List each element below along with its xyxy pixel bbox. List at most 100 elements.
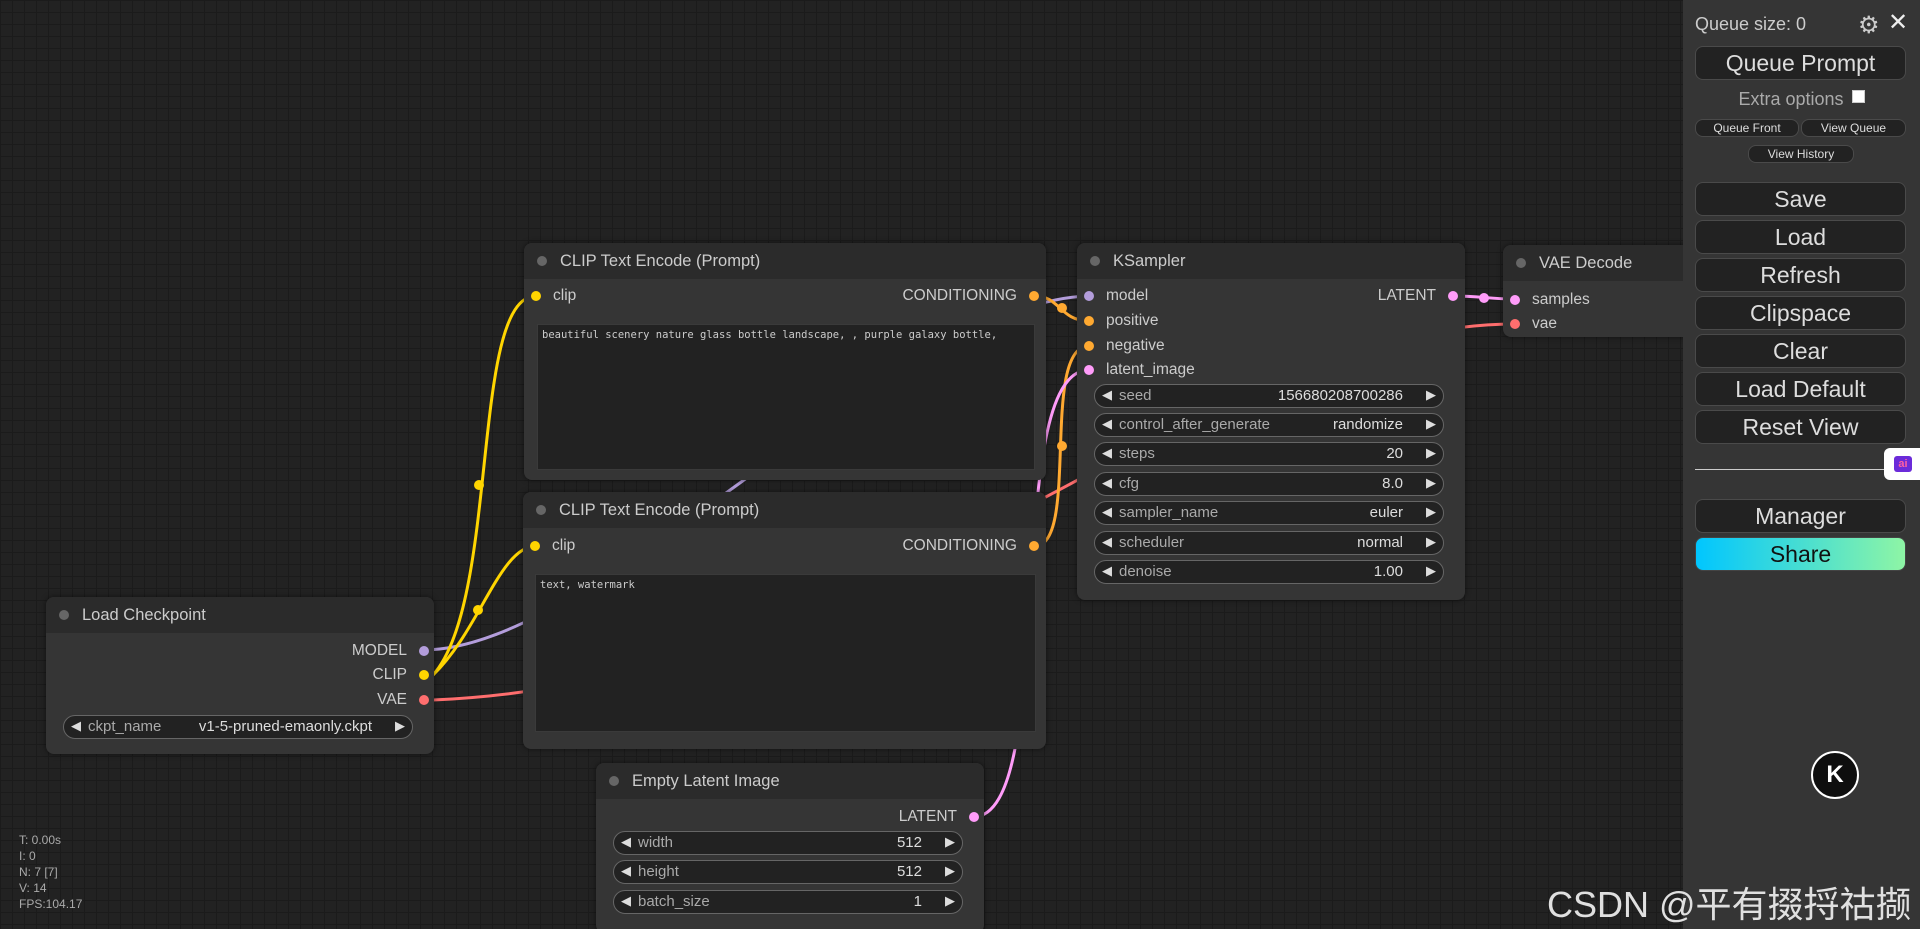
widget-steps[interactable]: ◀ steps 20 ▶ <box>1094 442 1444 466</box>
input-slot-positive[interactable]: positive <box>1084 312 1159 330</box>
prompt-textarea[interactable]: beautiful scenery nature glass bottle la… <box>537 324 1035 470</box>
wire-clip-neg <box>431 544 538 677</box>
widget-cfg[interactable]: ◀ cfg 8.0 ▶ <box>1094 472 1444 496</box>
widget-control-after-generate[interactable]: ◀ control_after_generate randomize ▶ <box>1094 413 1444 437</box>
node-title[interactable]: Empty Latent Image <box>596 763 984 799</box>
manager-button[interactable]: Manager <box>1695 499 1906 533</box>
collapse-dot[interactable] <box>1516 258 1526 268</box>
prompt-textarea[interactable]: text, watermark <box>535 574 1036 732</box>
increment-arrow-icon: ▶ <box>395 718 405 733</box>
menu-divider <box>1695 469 1895 470</box>
stat-fps: FPS:104.17 <box>19 897 83 911</box>
extra-options-row: Extra options <box>1683 89 1920 110</box>
input-slot-clip[interactable]: clip <box>530 537 575 555</box>
stat-time: T: 0.00s <box>19 833 62 847</box>
increment-arrow-icon: ▶ <box>1426 563 1436 578</box>
extra-options-label: Extra options <box>1738 89 1844 109</box>
decrement-arrow-icon: ◀ <box>71 718 81 733</box>
refresh-button[interactable]: Refresh <box>1695 258 1906 292</box>
input-slot-clip[interactable]: clip <box>531 287 576 305</box>
decrement-arrow-icon: ◀ <box>621 834 631 849</box>
decrement-arrow-icon: ◀ <box>1102 475 1112 490</box>
node-title[interactable]: Load Checkpoint <box>46 597 434 633</box>
output-slot-conditioning[interactable]: CONDITIONING <box>902 287 1039 305</box>
wire-clip-pos <box>431 294 538 677</box>
increment-arrow-icon: ▶ <box>1426 475 1436 490</box>
save-button[interactable]: Save <box>1695 182 1906 216</box>
collapse-dot[interactable] <box>1090 256 1100 266</box>
load-default-button[interactable]: Load Default <box>1695 372 1906 406</box>
increment-arrow-icon: ▶ <box>1426 387 1436 402</box>
input-slot-latent-image[interactable]: latent_image <box>1084 361 1195 379</box>
stat-iterations: I: 0 <box>19 849 36 863</box>
queue-prompt-button[interactable]: Queue Prompt <box>1695 46 1906 80</box>
decrement-arrow-icon: ◀ <box>1102 504 1112 519</box>
widget-width[interactable]: ◀ width 512 ▶ <box>613 831 963 855</box>
widget-sampler-name[interactable]: ◀ sampler_name euler ▶ <box>1094 501 1444 525</box>
close-icon[interactable]: ✕ <box>1888 8 1908 37</box>
queue-size: Queue size: 0 <box>1695 14 1807 34</box>
decrement-arrow-icon: ◀ <box>621 863 631 878</box>
extra-options-checkbox[interactable] <box>1851 90 1865 103</box>
widget-scheduler[interactable]: ◀ scheduler normal ▶ <box>1094 531 1444 555</box>
load-button[interactable]: Load <box>1695 220 1906 254</box>
increment-arrow-icon: ▶ <box>1426 445 1436 460</box>
output-slot-model[interactable]: MODEL <box>352 642 429 660</box>
node-clip-text-encode-negative[interactable]: CLIP Text Encode (Prompt) clip CONDITION… <box>523 492 1046 749</box>
input-slot-negative[interactable]: negative <box>1084 337 1165 355</box>
view-queue-button[interactable]: View Queue <box>1801 119 1906 137</box>
view-history-button[interactable]: View History <box>1748 145 1854 163</box>
widget-denoise[interactable]: ◀ denoise 1.00 ▶ <box>1094 560 1444 584</box>
reset-view-button[interactable]: Reset View <box>1695 410 1906 444</box>
stat-visible: V: 14 <box>19 881 47 895</box>
collapse-dot[interactable] <box>537 256 547 266</box>
output-slot-conditioning[interactable]: CONDITIONING <box>902 537 1039 555</box>
decrement-arrow-icon: ◀ <box>1102 534 1112 549</box>
share-button[interactable]: Share <box>1695 537 1906 571</box>
node-load-checkpoint[interactable]: Load Checkpoint MODEL CLIP VAE ◀ ckpt_nam… <box>46 597 434 754</box>
increment-arrow-icon: ▶ <box>1426 416 1436 431</box>
output-slot-latent[interactable]: LATENT <box>899 808 979 826</box>
input-slot-vae[interactable]: vae <box>1510 315 1557 333</box>
watermark-text: CSDN @平有掇捋祜撷 <box>1547 884 1912 925</box>
increment-arrow-icon: ▶ <box>945 893 955 908</box>
input-slot-model[interactable]: model <box>1084 287 1148 305</box>
collapse-dot[interactable] <box>59 610 69 620</box>
decrement-arrow-icon: ◀ <box>1102 416 1112 431</box>
collapse-dot[interactable] <box>536 505 546 515</box>
increment-arrow-icon: ▶ <box>1426 504 1436 519</box>
node-vae-decode[interactable]: VAE Decode samples vae <box>1503 245 1683 337</box>
k-logo-icon[interactable]: K <box>1811 751 1859 799</box>
increment-arrow-icon: ▶ <box>1426 534 1436 549</box>
clipspace-button[interactable]: Clipspace <box>1695 296 1906 330</box>
output-slot-vae[interactable]: VAE <box>377 691 429 709</box>
node-ksampler[interactable]: KSampler model positive negative latent_… <box>1077 243 1465 600</box>
output-slot-latent[interactable]: LATENT <box>1378 287 1458 305</box>
side-menu: Queue size: 0 ⚙ ✕ Queue Prompt Extra opt… <box>1683 0 1920 929</box>
node-title[interactable]: CLIP Text Encode (Prompt) <box>524 243 1046 279</box>
node-title[interactable]: VAE Decode <box>1503 245 1683 281</box>
increment-arrow-icon: ▶ <box>945 834 955 849</box>
widget-ckpt-name[interactable]: ◀ ckpt_name v1-5-pruned-emaonly.ckpt ▶ <box>63 715 413 739</box>
queue-front-button[interactable]: Queue Front <box>1695 119 1799 137</box>
decrement-arrow-icon: ◀ <box>1102 445 1112 460</box>
decrement-arrow-icon: ◀ <box>1102 563 1112 578</box>
render-stats: T: 0.00s I: 0 N: 7 [7] V: 14 FPS:104.17 <box>19 832 82 912</box>
input-slot-samples[interactable]: samples <box>1510 291 1590 309</box>
node-clip-text-encode-positive[interactable]: CLIP Text Encode (Prompt) clip CONDITION… <box>524 243 1046 480</box>
stat-nodes: N: 7 [7] <box>19 865 58 879</box>
node-title[interactable]: KSampler <box>1077 243 1465 279</box>
widget-seed[interactable]: ◀ seed 156680208700286 ▶ <box>1094 384 1444 408</box>
widget-height[interactable]: ◀ height 512 ▶ <box>613 860 963 884</box>
clear-button[interactable]: Clear <box>1695 334 1906 368</box>
collapse-dot[interactable] <box>609 776 619 786</box>
node-empty-latent-image[interactable]: Empty Latent Image LATENT ◀ width 512 ▶ ◀ he… <box>596 763 984 929</box>
decrement-arrow-icon: ◀ <box>1102 387 1112 402</box>
output-slot-clip[interactable]: CLIP <box>373 666 429 684</box>
node-title[interactable]: CLIP Text Encode (Prompt) <box>523 492 1046 528</box>
graph-canvas[interactable]: CLIP Text Encode (Prompt) clip CONDITION… <box>0 0 1683 929</box>
gear-icon[interactable]: ⚙ <box>1858 11 1880 40</box>
widget-batch-size[interactable]: ◀ batch_size 1 ▶ <box>613 890 963 914</box>
decrement-arrow-icon: ◀ <box>621 893 631 908</box>
ai-assistant-icon[interactable]: ai <box>1884 448 1920 480</box>
